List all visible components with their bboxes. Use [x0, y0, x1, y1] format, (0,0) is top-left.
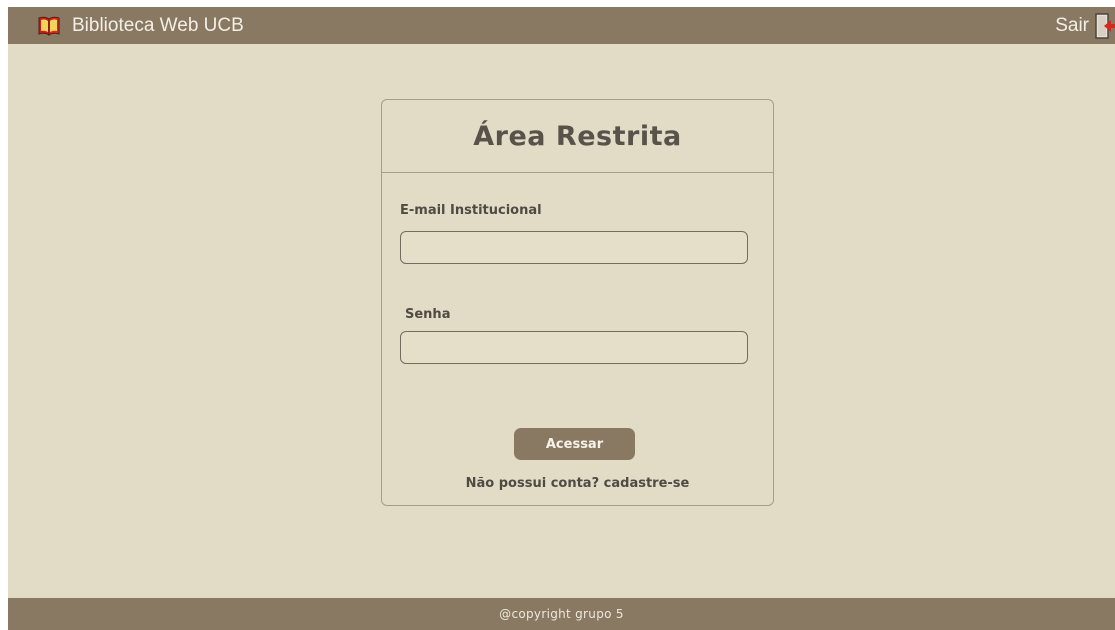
- logout-button[interactable]: Sair: [1055, 7, 1115, 44]
- brand-title: Biblioteca Web UCB: [72, 14, 244, 36]
- no-account-text: Não possui conta?: [465, 476, 600, 491]
- footer-copyright: @copyright grupo 5: [499, 607, 624, 621]
- password-label: Senha: [405, 307, 451, 322]
- brand-link[interactable]: Biblioteca Web UCB: [38, 15, 244, 37]
- password-field[interactable]: [400, 331, 748, 364]
- signup-link[interactable]: cadastre-se: [604, 476, 690, 491]
- signup-prompt: Não possui conta? cadastre-se: [382, 476, 773, 491]
- page-title: Área Restrita: [473, 120, 682, 152]
- login-card: Área Restrita E-mail Institucional Senha…: [381, 99, 774, 506]
- logout-label: Sair: [1055, 14, 1089, 36]
- email-label: E-mail Institucional: [400, 203, 542, 218]
- page-frame: Biblioteca Web UCB Sair Área Restrita E-…: [8, 7, 1115, 630]
- open-book-icon: [38, 15, 60, 37]
- email-field[interactable]: [400, 231, 748, 264]
- top-navbar: Biblioteca Web UCB Sair: [8, 7, 1115, 44]
- exit-door-icon: [1095, 12, 1115, 39]
- footer: @copyright grupo 5: [8, 598, 1115, 630]
- submit-button[interactable]: Acessar: [514, 428, 635, 460]
- login-card-header: Área Restrita: [382, 100, 773, 173]
